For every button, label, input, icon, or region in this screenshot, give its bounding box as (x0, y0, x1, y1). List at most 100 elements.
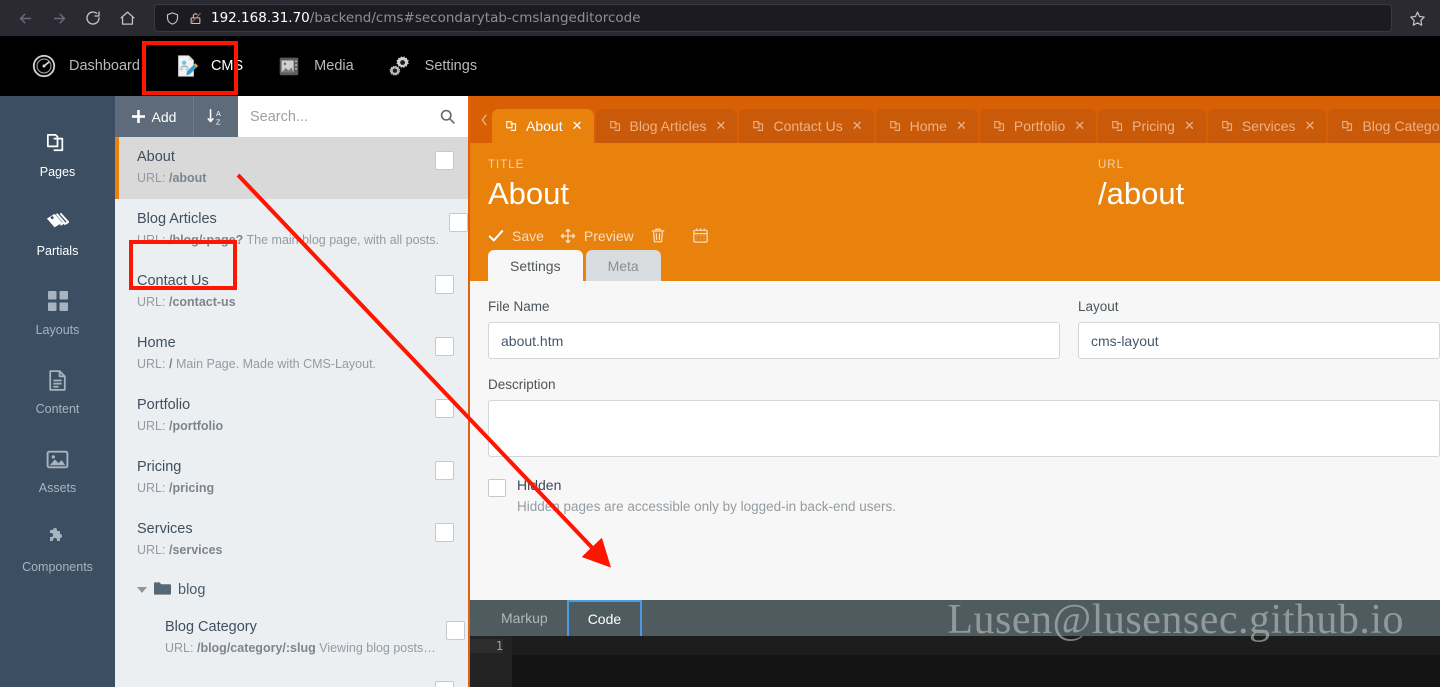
tab-home[interactable]: Home ✕ (875, 109, 978, 143)
tabstrip-scroll-left-button[interactable] (476, 96, 492, 143)
check-icon (488, 229, 504, 241)
list-item-checkbox[interactable] (435, 151, 454, 171)
list-item[interactable]: About URL: /about (115, 137, 468, 200)
list-item-checkbox[interactable] (435, 681, 454, 687)
tab-meta[interactable]: Meta (585, 250, 661, 281)
list-item[interactable]: Home URL: / Main Page. Made with CMS-Lay… (115, 323, 468, 385)
chevron-left-icon (480, 113, 487, 126)
list-item-title: Blog Category (165, 619, 257, 636)
list-item-checkbox[interactable] (435, 275, 454, 295)
list-item-body: Portfolio URL: /portfolio (137, 395, 435, 435)
tab-pricing[interactable]: Pricing ✕ (1098, 109, 1206, 143)
tab-blog-category[interactable]: Blog Category ✕ (1328, 109, 1440, 143)
layout-label: Layout (1078, 299, 1119, 314)
page-icon (752, 119, 766, 133)
tab-markup-label: Markup (501, 610, 548, 626)
forward-button[interactable] (44, 3, 74, 33)
back-button[interactable] (10, 3, 40, 33)
tab-label: Contact Us (773, 118, 843, 134)
sidebar-item-components[interactable]: Components (0, 511, 115, 590)
sidebar-label-content: Content (35, 402, 80, 416)
sidebar-item-assets[interactable]: Assets (0, 432, 115, 511)
save-button[interactable]: Save (488, 222, 560, 250)
delete-button[interactable] (650, 221, 692, 250)
shield-icon (166, 11, 179, 25)
page-title[interactable]: About (488, 173, 1080, 215)
code-editor-body[interactable]: 1 (470, 636, 1440, 687)
tab-blog-articles[interactable]: Blog Articles ✕ (595, 109, 738, 143)
sidebar-label-pages: Pages (39, 165, 76, 179)
topnav-label-media: Media (314, 58, 354, 74)
topnav-item-media[interactable]: Media (259, 36, 370, 96)
list-item[interactable]: Services URL: /services (115, 509, 468, 571)
tab-close-icon[interactable]: ✕ (716, 118, 727, 134)
topnav-item-settings[interactable]: Settings (370, 36, 493, 96)
hidden-checkbox[interactable] (488, 479, 506, 497)
sidebar-item-layouts[interactable]: Layouts (0, 274, 115, 353)
sidebar-item-content[interactable]: Content (0, 353, 115, 432)
home-button[interactable] (112, 3, 142, 33)
tab-markup[interactable]: Markup (482, 600, 567, 636)
dashboard-gauge-icon (30, 52, 58, 80)
tab-close-icon[interactable]: ✕ (1074, 118, 1085, 134)
search-field-wrapper[interactable] (238, 96, 468, 138)
settings-form-panel: File Name about.htm Layout cms-layout De… (470, 281, 1440, 600)
reload-button[interactable] (78, 3, 108, 33)
bookmark-button[interactable] (1404, 5, 1430, 31)
list-item[interactable]: Pricing URL: /pricing (115, 447, 468, 509)
list-item-title: Blog Articles (137, 211, 217, 228)
list-item-checkbox[interactable] (435, 523, 454, 543)
list-item-subtitle: URL: / Main Page. Made with CMS-Layout. (137, 356, 425, 373)
tab-label: Blog Category (1362, 118, 1440, 134)
sort-button[interactable]: A Z (194, 96, 238, 137)
add-button[interactable]: Add (115, 96, 194, 138)
description-textarea[interactable] (488, 400, 1440, 457)
list-item-checkbox[interactable] (435, 337, 454, 357)
file-name-input[interactable]: about.htm (488, 322, 1060, 359)
code-editor-textarea[interactable] (512, 636, 1440, 687)
list-item-subtitle: URL: /portfolio (137, 418, 425, 435)
search-icon[interactable] (439, 108, 456, 125)
calendar-button[interactable] (692, 221, 735, 250)
caret-down-icon[interactable] (137, 587, 147, 594)
list-item-checkbox[interactable] (445, 621, 465, 641)
tab-label: About (526, 118, 563, 134)
tab-code[interactable]: Code (566, 600, 643, 636)
sidebar-label-components: Components (22, 560, 93, 574)
field-file-name: File Name about.htm (488, 299, 1078, 359)
list-item[interactable] (115, 669, 468, 687)
list-item[interactable]: Contact Us URL: /contact-us (115, 261, 468, 323)
page-header-actions: Save Preview (470, 215, 1440, 250)
list-item-url: / (168, 357, 173, 372)
folder-row-blog[interactable]: blog (115, 571, 468, 607)
sidebar-item-pages[interactable]: Pages (0, 116, 115, 195)
list-item-note: Viewing blog posts… (319, 641, 436, 656)
tab-settings[interactable]: Settings (488, 250, 583, 281)
list-item[interactable]: Portfolio URL: /portfolio (115, 385, 468, 447)
layout-input[interactable]: cms-layout (1078, 322, 1440, 359)
tab-close-icon[interactable]: ✕ (572, 118, 583, 134)
topnav-item-dashboard[interactable]: Dashboard (14, 36, 156, 96)
topnav-item-cms[interactable]: CMS (156, 36, 259, 96)
tab-close-icon[interactable]: ✕ (956, 118, 967, 134)
tab-contact-us[interactable]: Contact Us ✕ (739, 109, 874, 143)
list-item-checkbox[interactable] (435, 399, 454, 419)
list-item-url-label: URL: (137, 171, 166, 186)
list-item[interactable]: Blog Category URL: /blog/category/:slug … (115, 607, 468, 669)
address-bar[interactable]: 192.168.31.70/backend/cms#secondarytab-c… (154, 4, 1392, 32)
field-hidden: Hidden Hidden pages are accessible only … (470, 457, 1440, 514)
list-item-checkbox[interactable] (435, 461, 454, 481)
sidebar-item-partials[interactable]: Partials (0, 195, 115, 274)
tab-portfolio[interactable]: Portfolio ✕ (979, 109, 1097, 143)
tab-about[interactable]: About ✕ (492, 109, 594, 143)
list-item[interactable]: Blog Articles URL: /blog/:page? The main… (115, 199, 468, 261)
tab-close-icon[interactable]: ✕ (852, 118, 863, 134)
list-item-checkbox[interactable] (449, 213, 468, 233)
trash-icon (651, 228, 665, 243)
tab-close-icon[interactable]: ✕ (1305, 118, 1316, 134)
search-input[interactable] (250, 108, 439, 125)
tab-services[interactable]: Services ✕ (1207, 109, 1327, 143)
preview-button[interactable]: Preview (560, 222, 650, 250)
page-url-value[interactable]: /about (1098, 173, 1440, 215)
tab-close-icon[interactable]: ✕ (1184, 118, 1195, 134)
